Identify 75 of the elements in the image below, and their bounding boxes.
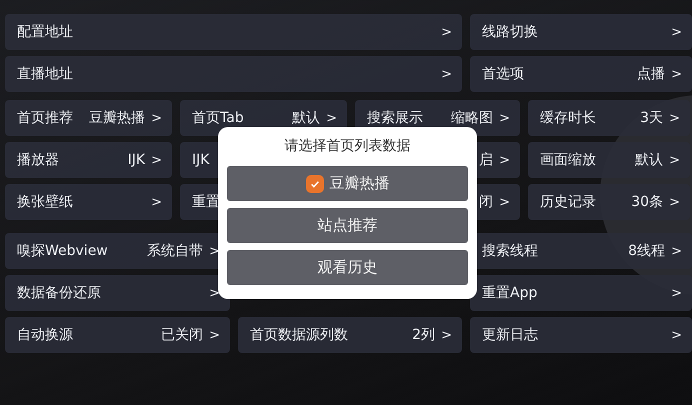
setting-label: 换张壁纸	[17, 193, 73, 211]
setting-value: 闭	[479, 193, 494, 211]
setting-label: 缓存时长	[540, 109, 596, 127]
chevron: >	[151, 110, 162, 126]
chevron: >	[669, 152, 680, 168]
chevron: >	[499, 110, 510, 126]
option-button[interactable]: 豆瓣热播	[227, 166, 468, 201]
chevron: >	[151, 194, 162, 210]
chevron: >	[671, 24, 682, 40]
setting-tile[interactable]: 历史记录 30条 >	[528, 184, 690, 220]
setting-tile[interactable]: 首页推荐 豆瓣热播 >	[5, 100, 172, 136]
setting-value: 系统自带	[147, 242, 204, 260]
setting-label: 线路切换	[482, 23, 538, 41]
setting-value: 2列	[412, 326, 436, 344]
setting-value: IJK	[128, 152, 146, 168]
setting-tile[interactable]: 首选项 点播 >	[470, 56, 692, 92]
setting-tile[interactable]: 换张壁纸 >	[5, 184, 172, 220]
setting-value: 点播	[637, 65, 666, 83]
chevron: >	[441, 328, 452, 342]
setting-label: 首页数据源列数	[250, 326, 348, 344]
setting-label: 首页Tab	[192, 109, 244, 127]
setting-value: 已关闭	[161, 326, 204, 344]
setting-label: 重置App	[482, 284, 538, 302]
chevron: >	[499, 194, 510, 210]
setting-label: 数据备份还原	[17, 284, 101, 302]
setting-value: 缩略图	[451, 109, 494, 127]
chevron: >	[671, 328, 682, 342]
setting-tile[interactable]: 缓存时长 3天 >	[528, 100, 690, 136]
setting-tile[interactable]: 画面缩放 默认 >	[528, 142, 690, 178]
option-button[interactable]: 站点推荐	[227, 208, 468, 243]
setting-tile[interactable]: 播放器 IJK >	[5, 142, 172, 178]
chevron: >	[326, 110, 337, 126]
setting-label: 更新日志	[482, 326, 538, 344]
setting-value: 豆瓣热播	[89, 109, 146, 127]
setting-tile[interactable]: 更新日志 >	[470, 317, 692, 353]
chevron: >	[441, 24, 452, 40]
setting-label: 首页推荐	[17, 109, 73, 127]
chevron: >	[669, 110, 680, 126]
chevron: >	[209, 244, 220, 258]
check-icon	[306, 174, 324, 192]
setting-value: 30条	[631, 193, 664, 211]
setting-label: IJK	[192, 152, 210, 168]
setting-label: 直播地址	[17, 65, 73, 83]
chevron: >	[499, 152, 510, 168]
setting-label: 嗅探Webview	[17, 242, 108, 260]
setting-value: 3天	[640, 109, 664, 127]
setting-tile[interactable]: 数据备份还原 >	[5, 275, 230, 311]
chevron: >	[671, 66, 682, 82]
setting-label: 配置地址	[17, 23, 73, 41]
setting-label: 自动换源	[17, 326, 73, 344]
setting-tile[interactable]: 线路切换 >	[470, 14, 692, 50]
setting-tile[interactable]: 重置App >	[470, 275, 692, 311]
setting-label: 历史记录	[540, 193, 596, 211]
setting-value: 启	[479, 151, 494, 169]
chevron: >	[209, 328, 220, 342]
setting-label: 搜索线程	[482, 242, 538, 260]
setting-value: 默认	[292, 109, 320, 127]
chevron: >	[669, 194, 680, 210]
chevron: >	[671, 244, 682, 258]
dialog-title: 请选择首页列表数据	[284, 137, 412, 156]
chevron: >	[671, 286, 682, 300]
setting-value: 8线程	[628, 242, 666, 260]
setting-value: 默认	[635, 151, 664, 169]
setting-label: 播放器	[17, 151, 59, 169]
setting-label: 搜索展示	[367, 109, 423, 127]
setting-tile[interactable]: 首页数据源列数 2列 >	[238, 317, 462, 353]
setting-tile[interactable]: 自动换源 已关闭 >	[5, 317, 230, 353]
setting-tile[interactable]: 直播地址 >	[5, 56, 462, 92]
chevron: >	[151, 152, 162, 168]
chevron: >	[441, 66, 452, 82]
setting-tile[interactable]: 配置地址 >	[5, 14, 462, 50]
option-button[interactable]: 观看历史	[227, 250, 468, 285]
chevron: >	[209, 286, 220, 300]
setting-label: 画面缩放	[540, 151, 596, 169]
setting-label: 首选项	[482, 65, 524, 83]
